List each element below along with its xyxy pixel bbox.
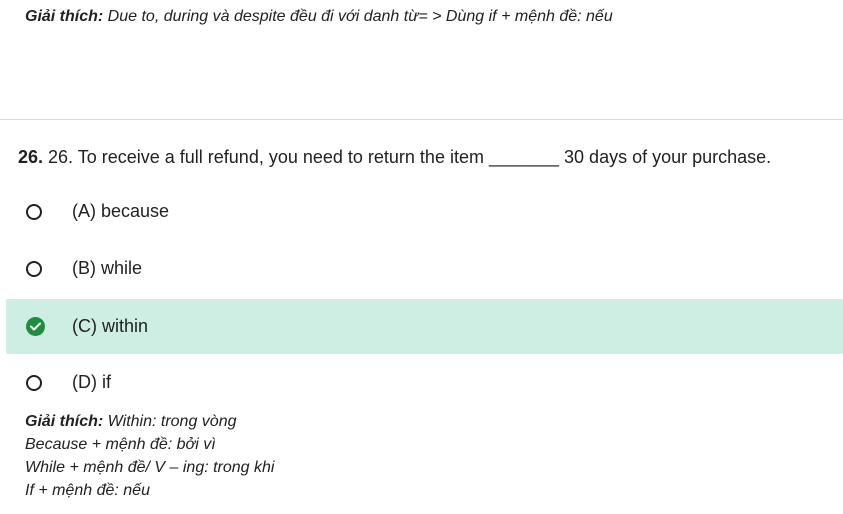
check-circle-icon[interactable] — [26, 317, 45, 336]
question-number: 26. — [18, 147, 44, 167]
option-b-label: (B) while — [72, 258, 143, 278]
section-divider — [0, 119, 843, 120]
option-d[interactable]: (D) if — [6, 355, 843, 410]
option-a-label: (A) because — [72, 201, 170, 221]
option-c[interactable]: (C) within — [6, 299, 843, 354]
radio-empty-icon[interactable] — [26, 203, 42, 220]
checkmark-icon — [30, 322, 41, 331]
radio-empty-icon[interactable] — [26, 374, 42, 391]
question-body: 26. To receive a full refund, you need t… — [43, 147, 772, 167]
quiz-page: Giải thích: Due to, during và despite đề… — [0, 0, 843, 514]
explanation-line-1: Giải thích: Within: trong vòng — [25, 410, 274, 433]
previous-explanation-text: Due to, during và despite đều đi với dan… — [103, 8, 613, 25]
explanation-line-2: Because + mệnh đề: bởi vì — [25, 436, 216, 453]
radio-empty-icon[interactable] — [26, 260, 42, 277]
previous-explanation: Giải thích: Due to, during và despite đề… — [25, 7, 613, 27]
explanation-line-4: If + mệnh đề: nếu — [25, 482, 150, 499]
question-text: 26. 26. To receive a full refund, you ne… — [18, 146, 771, 168]
previous-explanation-label: Giải thích: — [25, 8, 104, 25]
explanation-line-1-text: Within: trong vòng — [103, 413, 237, 430]
answer-explanation: Giải thích: Within: trong vòng Because +… — [25, 410, 274, 502]
explanation-label: Giải thích: — [25, 413, 104, 430]
option-c-label: (C) within — [72, 316, 149, 336]
option-a[interactable]: (A) because — [6, 184, 843, 239]
option-d-label: (D) if — [72, 372, 111, 392]
option-b[interactable]: (B) while — [6, 241, 843, 296]
explanation-line-3: While + mệnh đề/ V – ing: trong khi — [25, 459, 275, 476]
